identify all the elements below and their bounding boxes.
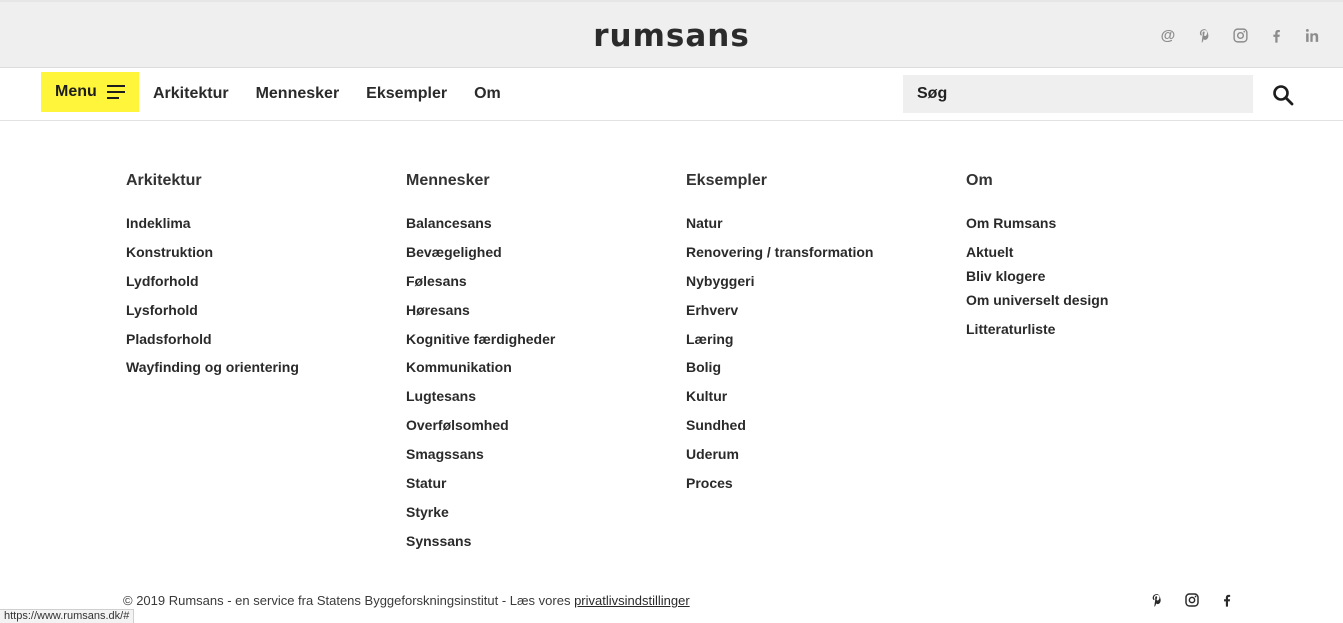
menu-item[interactable]: Sundhed [686,416,956,445]
search-input[interactable] [903,75,1253,113]
menu-item[interactable]: Overfølsomhed [406,416,676,445]
menu-item[interactable]: Statur [406,474,676,503]
menu-item[interactable]: Lydforhold [126,272,396,301]
menu-item[interactable]: Læring [686,330,956,359]
site-logo[interactable]: rumsans [0,18,1343,54]
pinterest-icon[interactable] [1195,26,1213,44]
menu-item[interactable]: Natur [686,214,956,243]
social-links-footer [1148,591,1235,608]
menu-item[interactable]: Aktuelt [966,243,1236,267]
menu-item[interactable]: Bolig [686,358,956,387]
menu-button[interactable]: Menu [41,72,139,112]
menu-item[interactable]: Kommunikation [406,358,676,387]
pinterest-icon[interactable] [1148,591,1165,608]
menu-item[interactable]: Konstruktion [126,243,396,272]
menu-item[interactable]: Balancesans [406,214,676,243]
nav-links: Arkitektur Mennesker Eksempler Om [153,85,501,103]
menu-item[interactable]: Kultur [686,387,956,416]
menu-item[interactable]: Wayfinding og orientering [126,358,396,387]
copyright-text: © 2019 Rumsans - en service fra Statens … [123,593,575,608]
column-title[interactable]: Mennesker [406,172,676,190]
menu-item[interactable]: Erhverv [686,301,956,330]
nav-link-eksempler[interactable]: Eksempler [366,85,447,103]
menu-item[interactable]: Bliv klogere [966,267,1236,291]
menu-label: Menu [55,83,97,100]
facebook-icon[interactable] [1267,26,1285,44]
instagram-icon[interactable] [1231,26,1249,44]
menu-item[interactable]: Lugtesans [406,387,676,416]
menu-item[interactable]: Bevægelighed [406,243,676,272]
menu-item[interactable]: Lysforhold [126,301,396,330]
column-title[interactable]: Om [966,172,1236,190]
menu-item[interactable]: Styrke [406,503,676,532]
menu-column-mennesker: Mennesker Balancesans Bevægelighed Føles… [406,172,676,561]
menu-item[interactable]: Smagssans [406,445,676,474]
menu-item[interactable]: Pladsforhold [126,330,396,359]
status-bar-url: https://www.rumsans.dk/# [0,609,135,623]
main-nav: Menu Arkitektur Mennesker Eksempler Om [0,68,1343,121]
menu-item[interactable]: Indeklima [126,214,396,243]
menu-item[interactable]: Følesans [406,272,676,301]
menu-item[interactable]: Proces [686,474,956,503]
menu-item[interactable]: Litteraturliste [966,320,1236,349]
menu-column-om: Om Om Rumsans Aktuelt Bliv klogere Om un… [966,172,1236,349]
social-links-top: @ [1159,26,1321,44]
column-title[interactable]: Eksempler [686,172,956,190]
nav-link-arkitektur[interactable]: Arkitektur [153,85,229,103]
at-icon[interactable]: @ [1159,26,1177,44]
hamburger-icon [106,85,125,99]
menu-item[interactable]: Uderum [686,445,956,474]
menu-item[interactable]: Om universelt design [966,291,1236,320]
menu-item[interactable]: Nybyggeri [686,272,956,301]
menu-column-eksempler: Eksempler Natur Renovering / transformat… [686,172,956,503]
top-header: rumsans @ [0,0,1343,68]
menu-item[interactable]: Høresans [406,301,676,330]
menu-item[interactable]: Renovering / transformation [686,243,956,272]
nav-link-mennesker[interactable]: Mennesker [256,85,340,103]
nav-link-om[interactable]: Om [474,85,501,103]
facebook-icon[interactable] [1218,591,1235,608]
menu-item[interactable]: Kognitive færdigheder [406,330,676,359]
linkedin-icon[interactable] [1303,26,1321,44]
menu-column-arkitektur: Arkitektur Indeklima Konstruktion Lydfor… [126,172,396,387]
menu-item[interactable]: Synssans [406,532,676,561]
search-icon[interactable] [1271,83,1295,107]
menu-item[interactable]: Om Rumsans [966,214,1236,243]
footer-copyright: © 2019 Rumsans - en service fra Statens … [123,593,690,608]
instagram-icon[interactable] [1183,591,1200,608]
column-title[interactable]: Arkitektur [126,172,396,190]
privacy-settings-link[interactable]: privatlivsindstillinger [574,593,690,608]
